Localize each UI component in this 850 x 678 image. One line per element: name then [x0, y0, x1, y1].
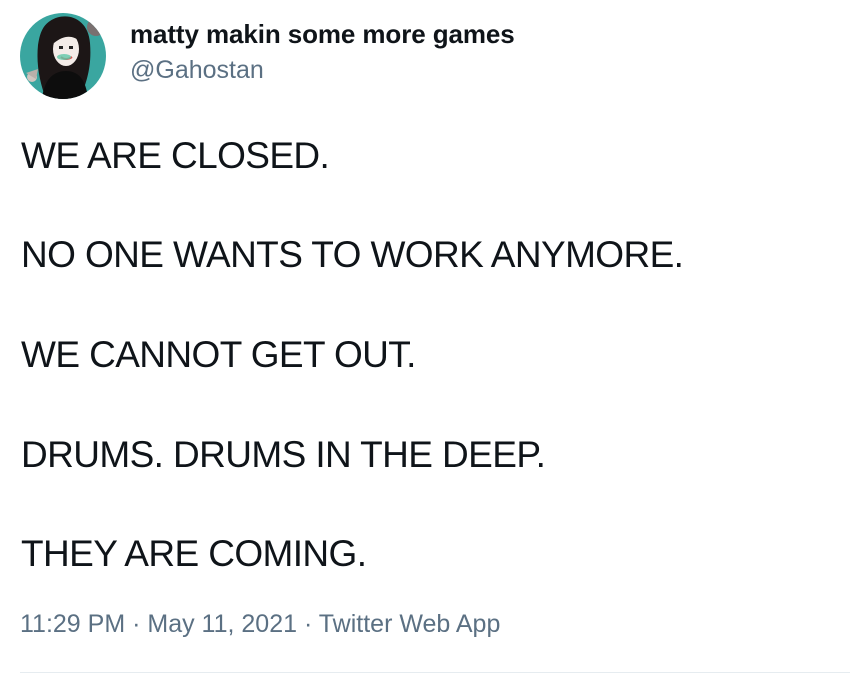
meta-separator: ·: [125, 610, 148, 638]
tweet-line-2: NO ONE WANTS TO WORK ANYMORE.: [21, 234, 684, 275]
avatar[interactable]: [20, 13, 106, 99]
tweet-line-1: WE ARE CLOSED.: [21, 135, 330, 176]
author-handle[interactable]: @Gahostan: [130, 56, 264, 85]
tweet-line-4: DRUMS. DRUMS IN THE DEEP.: [21, 434, 546, 475]
divider: [20, 672, 850, 673]
tweet-date-link[interactable]: May 11, 2021: [147, 610, 297, 638]
tweet-metadata: 11:29 PM · May 11, 2021 · Twitter Web Ap…: [20, 610, 500, 639]
tweet-line-5: THEY ARE COMING.: [21, 533, 367, 574]
tweet-source-link[interactable]: Twitter Web App: [319, 610, 501, 638]
author-display-name[interactable]: matty makin some more games: [130, 19, 515, 50]
tweet-time-link[interactable]: 11:29 PM: [20, 610, 125, 638]
meta-separator: ·: [297, 610, 319, 638]
avatar-illustration-icon: [20, 13, 106, 99]
tweet-line-3: WE CANNOT GET OUT.: [21, 334, 416, 375]
